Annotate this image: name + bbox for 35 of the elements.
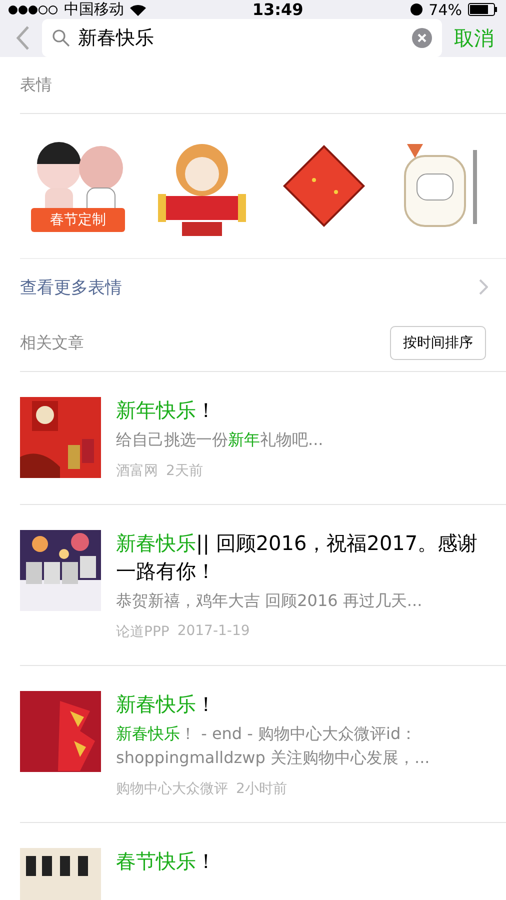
section-title: 表情 [20,74,52,96]
carrier-name: 中国移动 [64,0,124,19]
article-summary: 给自己挑选一份新年礼物吧... [116,429,324,451]
article-time: 2017-1-19 [177,623,250,641]
back-icon[interactable] [16,25,30,51]
clock-time: 13:49 [251,0,304,19]
chevron-icon [479,279,488,295]
article-time: 2天前 [166,462,203,480]
clear-icon[interactable] [412,28,432,48]
article-title: 春节快乐！ [116,848,216,875]
sticker-badge: 春节定制 [30,208,125,232]
article-item[interactable]: 新春快乐|| 回顾2016，祝福2017。感谢一路有你！ 恭贺新禧，鸡年大吉 回顾2016 再过几天... 论道PPP 2017-1-19 [20,505,506,666]
more-stickers-link[interactable]: 查看更多表情 [20,276,122,298]
article-title: 新春快乐！ [116,691,217,718]
article-item[interactable]: 春节快乐！ [20,823,506,900]
article-item[interactable]: 新年快乐！ 给自己挑选一份新年礼物吧... 酒富网 2天前 [20,372,506,505]
signal-icon [8,4,58,14]
search-text: 新春快乐 [78,26,155,51]
sort-button[interactable]: 按时间排序 [390,326,486,360]
article-title: 新春快乐|| 回顾2016，祝福2017。感谢一路有你！ [116,530,479,585]
section-title: 相关文章 [20,332,84,354]
article-source: 论道PPP [116,623,170,641]
search-icon [52,29,70,47]
article-source: 酒富网 [116,462,158,480]
more-stickers-row[interactable]: 查看更多表情 [0,259,506,315]
article-time: 2小时前 [236,780,287,798]
battery-icon [468,3,498,16]
search-field[interactable]: 新春快乐 [42,19,442,57]
article-summary: 恭贺新禧，鸡年大吉 回顾2016 再过几天... [116,590,424,612]
article-item[interactable]: 新春快乐！ 新春快乐！ - end - 购物中心大众微评id：shoppingmalldzwp 关注购物中心发展，... 购物中心大众微评 2小时前 [20,666,506,823]
article-title: 新年快乐！ [116,397,217,424]
battery-percent: 74% [428,0,462,18]
wifi-icon [130,4,146,16]
article-summary: 新春快乐！ - end - 购物中心大众微评id：shoppingmalldzwp 关注购物中心发展，... [116,723,431,769]
article-source: 购物中心大众微评 [116,780,228,798]
